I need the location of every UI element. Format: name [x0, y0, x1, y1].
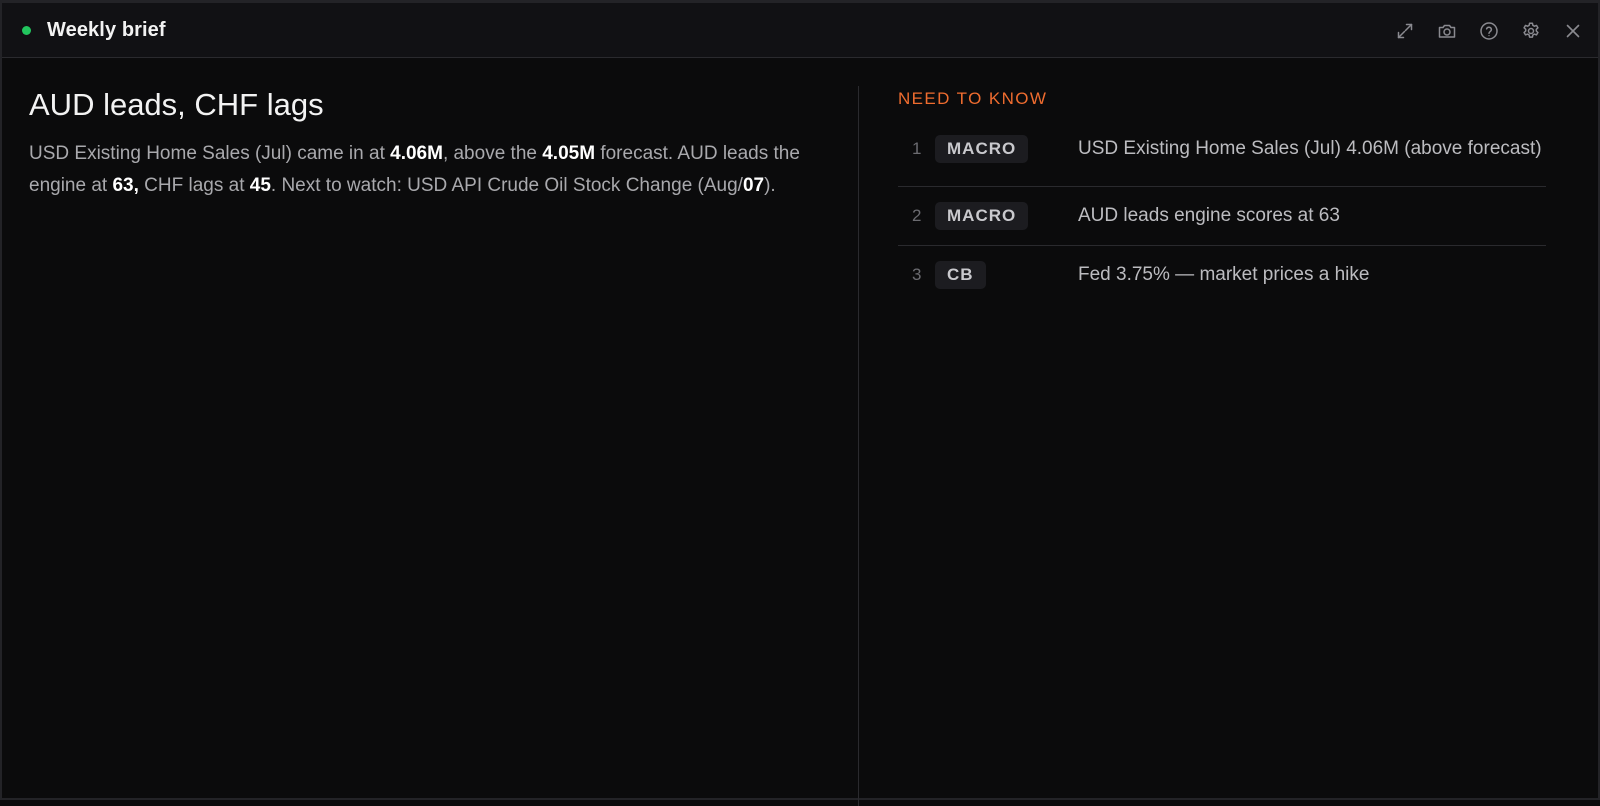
gear-icon[interactable] [1518, 18, 1544, 44]
category-badge: CB [935, 261, 986, 289]
help-icon[interactable] [1476, 18, 1502, 44]
list-item[interactable]: 2 MACRO AUD leads engine scores at 63 [898, 187, 1546, 246]
item-number: 2 [912, 206, 922, 225]
camera-icon[interactable] [1434, 18, 1460, 44]
category-badge: MACRO [935, 202, 1029, 230]
summary-value: 07 [742, 175, 765, 196]
expand-icon[interactable] [1392, 18, 1418, 44]
close-icon[interactable] [1560, 18, 1586, 44]
item-number: 1 [912, 139, 922, 158]
title-bar: Weekly brief [2, 3, 1598, 58]
list-item[interactable]: 1 MACRO USD Existing Home Sales (Jul) 4.06… [898, 122, 1546, 187]
window-toolbar [1376, 3, 1586, 58]
brief-headline: AUD leads, CHF lags [29, 87, 324, 122]
summary-value: 4.06M [390, 143, 443, 164]
list-item[interactable]: 3 CB Fed 3.75% — market prices a hike [898, 246, 1546, 304]
item-text: USD Existing Home Sales (Jul) 4.06M (abo… [1078, 138, 1542, 159]
section-title: NEED TO KNOW [898, 89, 1048, 108]
summary-value: 45 [249, 175, 271, 196]
summary-text: USD Existing Home Sales (Jul) came in at [29, 143, 391, 164]
summary-value: 63, [112, 175, 139, 196]
status-indicator [22, 25, 31, 35]
summary-text: ). [764, 175, 776, 196]
summary-text: CHF lags at [138, 175, 250, 196]
panel-divider [858, 86, 859, 806]
item-tag-cell: CB [935, 260, 1078, 289]
item-text: AUD leads engine scores at 63 [1078, 205, 1340, 226]
need-to-know-list: 1 MACRO USD Existing Home Sales (Jul) 4.06… [898, 122, 1546, 304]
item-tag-cell: MACRO [935, 201, 1078, 230]
brief-summary-panel: AUD leads, CHF lags USD Existing Home Sa… [29, 85, 829, 202]
category-badge: MACRO [935, 135, 1029, 163]
summary-text: , above the [442, 143, 543, 164]
need-to-know-panel: NEED TO KNOW 1 MACRO USD Existing Home Sal… [898, 87, 1578, 304]
summary-value: 4.05M [542, 143, 596, 164]
brief-window: Weekly brief AUD leads, CHF lags USD Exi… [0, 0, 1600, 806]
summary-text: . Next to watch: USD API Crude Oil Stock… [270, 175, 743, 196]
item-text: Fed 3.75% — market prices a hike [1078, 264, 1370, 285]
item-tag-cell: MACRO [935, 134, 1078, 163]
item-number: 3 [912, 265, 922, 284]
window-title: Weekly brief [47, 18, 166, 41]
brief-summary-text: USD Existing Home Sales (Jul) came in at… [29, 138, 829, 202]
